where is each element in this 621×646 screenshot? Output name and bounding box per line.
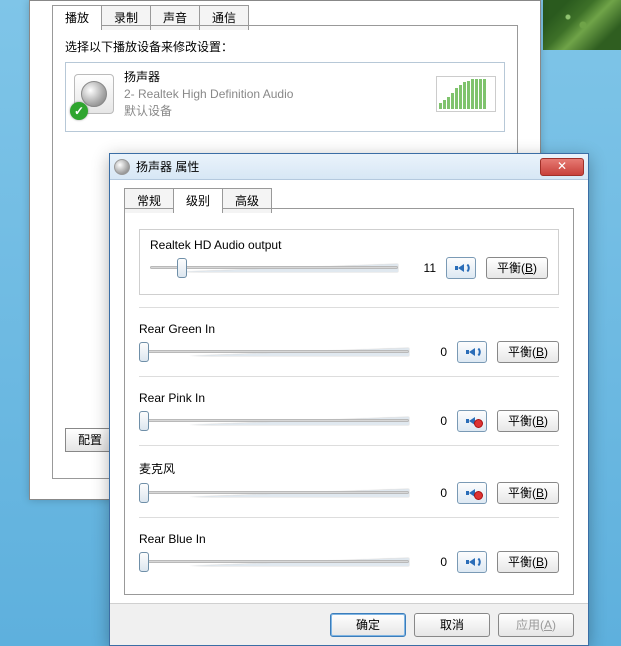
- tab-levels[interactable]: 级别: [173, 188, 223, 213]
- balance-button[interactable]: 平衡(B): [497, 551, 559, 573]
- balance-button[interactable]: 平衡(B): [486, 257, 548, 279]
- channel-value: 0: [419, 555, 447, 569]
- volume-slider[interactable]: [139, 550, 409, 574]
- mute-button[interactable]: [457, 341, 487, 363]
- channel-row: 0 平衡(B): [139, 550, 559, 574]
- sound-wave-icon: [475, 348, 483, 356]
- sound-wave-icon: [464, 264, 472, 272]
- slider-thumb[interactable]: [177, 258, 187, 278]
- slider-thumb[interactable]: [139, 552, 149, 572]
- muted-indicator-icon: [474, 419, 483, 428]
- channel-label: 麦克风: [139, 460, 559, 477]
- volume-slider[interactable]: [139, 409, 409, 433]
- dialog-body: 常规 级别 高级 Realtek HD Audio output11平衡(B)R…: [110, 180, 588, 603]
- device-icon-wrap: ✓: [74, 74, 114, 114]
- desktop-background-fragment: [543, 0, 621, 50]
- titlebar[interactable]: 扬声器 属性 ✕: [110, 154, 588, 180]
- dialog-footer: 确定 取消 应用(A): [110, 603, 588, 645]
- mute-button[interactable]: [457, 410, 487, 432]
- cancel-button[interactable]: 取消: [414, 613, 490, 637]
- separator: [139, 517, 559, 518]
- separator: [139, 307, 559, 308]
- channel-label: Realtek HD Audio output: [150, 238, 548, 252]
- channel-row: 0 平衡(B): [139, 340, 559, 364]
- channel-group: 麦克风 0 平衡(B): [139, 460, 559, 505]
- channel-value: 0: [419, 414, 447, 428]
- muted-indicator-icon: [474, 491, 483, 500]
- slider-thumb[interactable]: [139, 342, 149, 362]
- channel-label: Rear Green In: [139, 322, 559, 336]
- tab-playback[interactable]: 播放: [52, 5, 102, 30]
- device-info: 扬声器 2- Realtek High Definition Audio 默认设…: [124, 69, 293, 119]
- separator: [139, 376, 559, 377]
- balance-button[interactable]: 平衡(B): [497, 482, 559, 504]
- device-default-label: 默认设备: [124, 103, 293, 120]
- channel-group: Realtek HD Audio output 11 平衡(B): [139, 229, 559, 295]
- instruction-text: 选择以下播放设备来修改设置：: [65, 38, 233, 55]
- channel-group: Rear Blue In 0 平衡(B): [139, 532, 559, 574]
- channel-row: 0 平衡(B): [139, 481, 559, 505]
- channel-group: Rear Pink In 0 平衡(B): [139, 391, 559, 433]
- mute-button[interactable]: [446, 257, 476, 279]
- close-button[interactable]: ✕: [540, 158, 584, 176]
- channel-group: Rear Green In 0 平衡(B): [139, 322, 559, 364]
- dialog-title: 扬声器 属性: [136, 158, 540, 175]
- slider-thumb[interactable]: [139, 411, 149, 431]
- channel-value: 0: [419, 345, 447, 359]
- volume-slider[interactable]: [139, 481, 409, 505]
- sound-wave-icon: [475, 558, 483, 566]
- mute-button[interactable]: [457, 482, 487, 504]
- volume-slider[interactable]: [150, 256, 398, 280]
- slider-thumb[interactable]: [139, 483, 149, 503]
- channel-value: 11: [408, 261, 436, 275]
- channel-label: Rear Blue In: [139, 532, 559, 546]
- device-name: 扬声器: [124, 69, 293, 86]
- device-row-speaker[interactable]: ✓ 扬声器 2- Realtek High Definition Audio 默…: [66, 63, 504, 125]
- speaker-properties-dialog: 扬声器 属性 ✕ 常规 级别 高级 Realtek HD Audio outpu…: [109, 153, 589, 646]
- configure-button[interactable]: 配置: [65, 428, 115, 452]
- vu-meter: [436, 76, 496, 112]
- channel-groupbox: Realtek HD Audio output 11 平衡(B): [139, 229, 559, 295]
- channel-label: Rear Pink In: [139, 391, 559, 405]
- balance-button[interactable]: 平衡(B): [497, 341, 559, 363]
- mute-button[interactable]: [457, 551, 487, 573]
- volume-slider[interactable]: [139, 340, 409, 364]
- ok-button[interactable]: 确定: [330, 613, 406, 637]
- default-check-icon: ✓: [70, 102, 88, 120]
- balance-button[interactable]: 平衡(B): [497, 410, 559, 432]
- titlebar-speaker-icon: [114, 159, 130, 175]
- levels-panel: Realtek HD Audio output11平衡(B)Rear Green…: [124, 208, 574, 595]
- device-list: ✓ 扬声器 2- Realtek High Definition Audio 默…: [65, 62, 505, 132]
- device-subtitle: 2- Realtek High Definition Audio: [124, 86, 293, 103]
- channel-row: 0 平衡(B): [139, 409, 559, 433]
- channel-row: 11 平衡(B): [150, 256, 548, 280]
- channel-value: 0: [419, 486, 447, 500]
- apply-button[interactable]: 应用(A): [498, 613, 574, 637]
- separator: [139, 445, 559, 446]
